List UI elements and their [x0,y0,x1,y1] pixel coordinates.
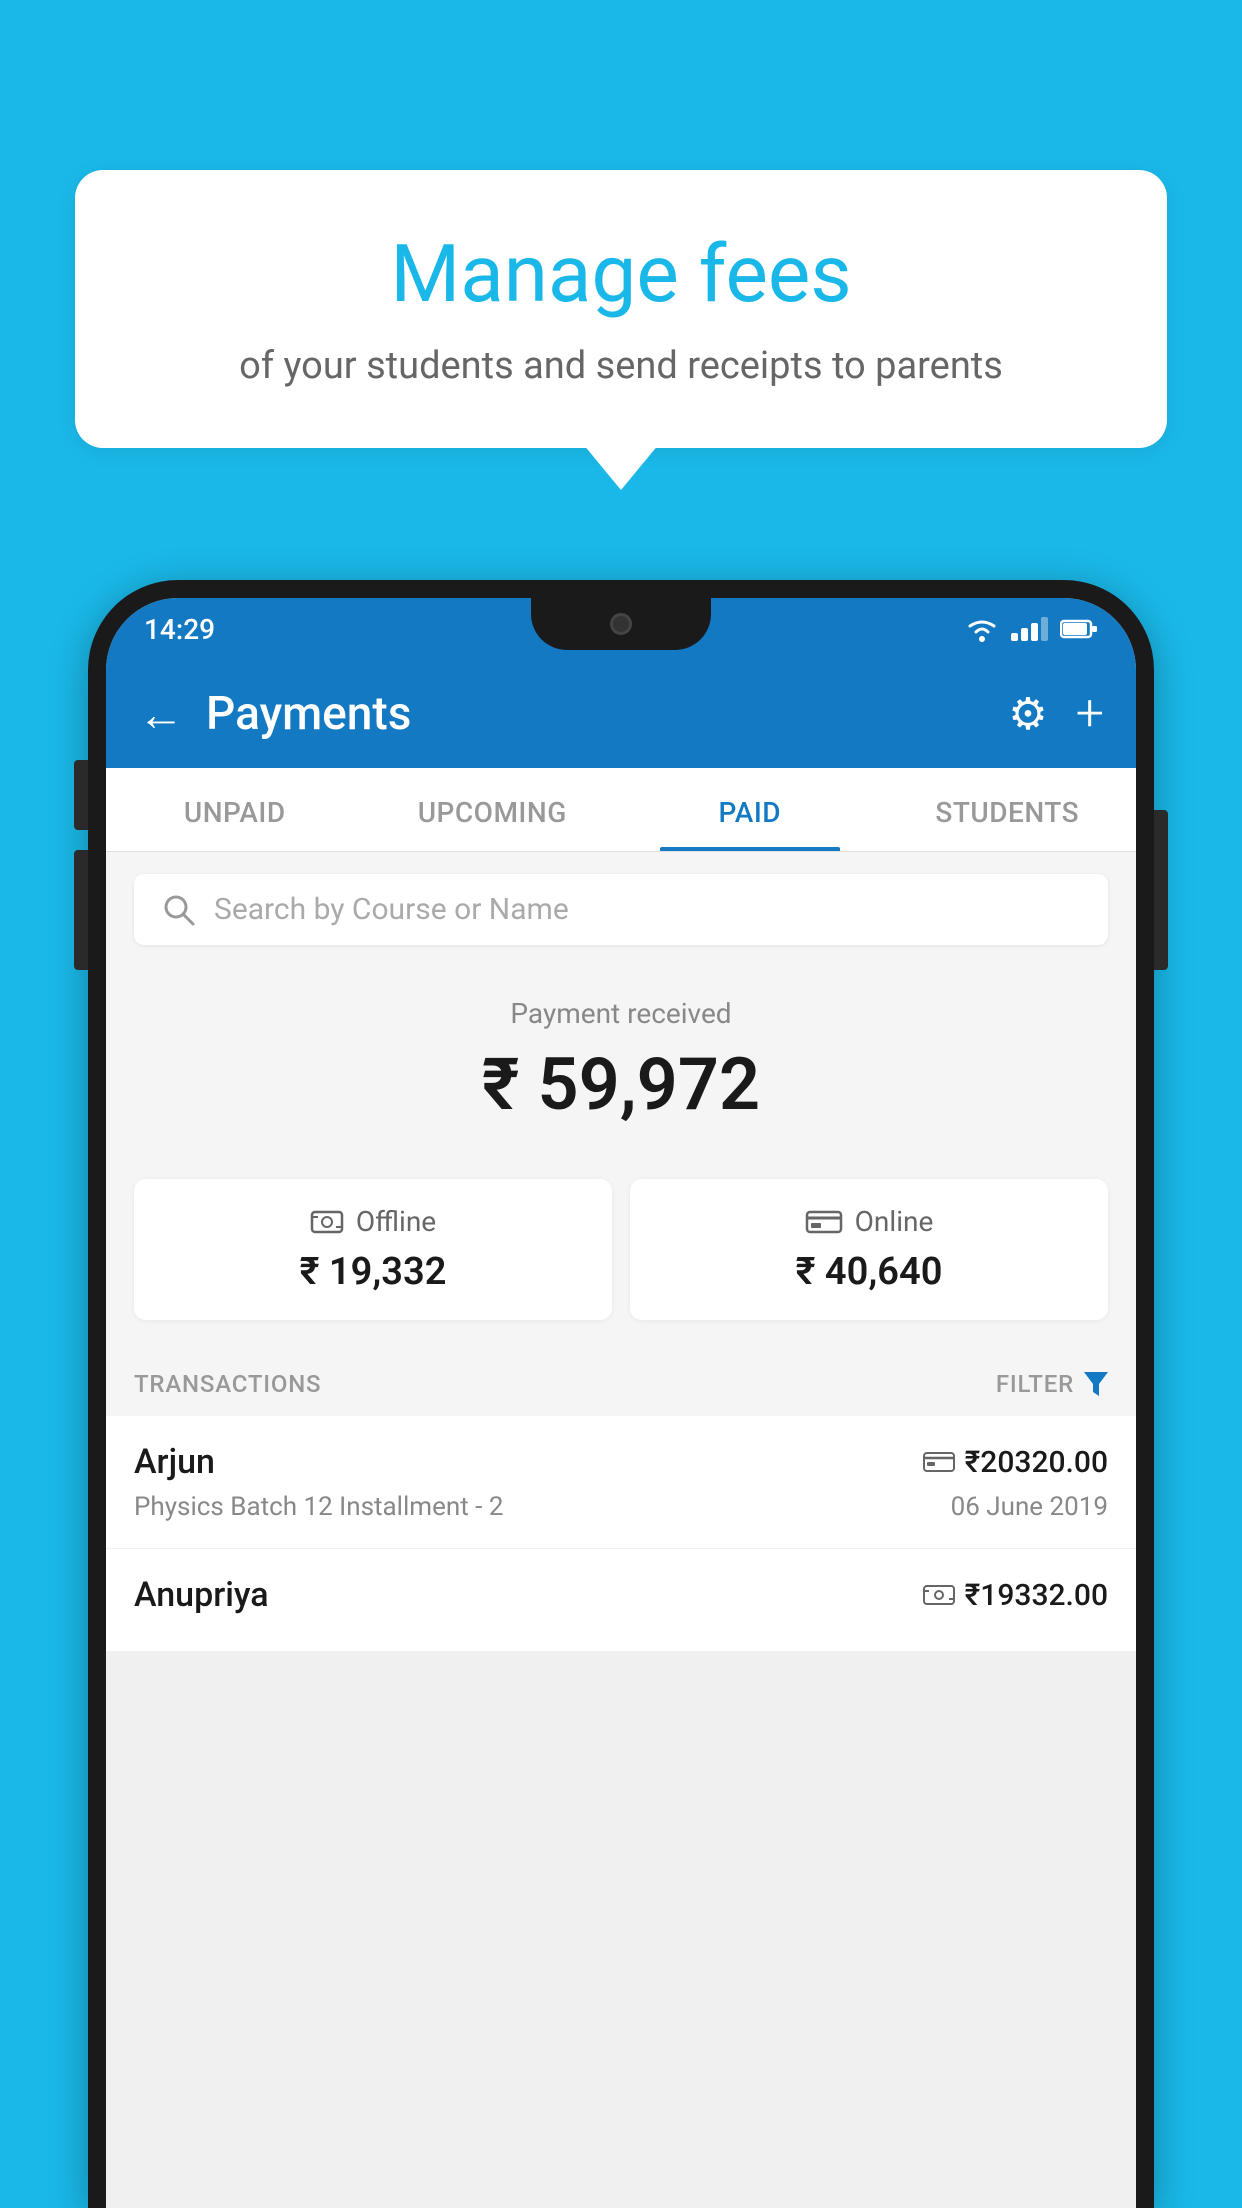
cash-icon [310,1208,344,1236]
filter-label: FILTER [996,1370,1074,1398]
transaction-amount: ₹19332.00 [965,1578,1108,1613]
transaction-name: Arjun [134,1442,215,1482]
search-bar[interactable]: Search by Course or Name [134,874,1108,945]
transaction-row-top: Arjun ₹20320.00 [134,1442,1108,1482]
transaction-date: 06 June 2019 [951,1492,1108,1522]
offline-card: Offline ₹ 19,332 [134,1179,612,1320]
payment-amount-large: ₹ 59,972 [134,1042,1108,1127]
tab-unpaid[interactable]: UNPAID [106,768,364,851]
transaction-amount-row: ₹19332.00 [923,1578,1108,1613]
tab-paid[interactable]: PAID [621,768,879,851]
payment-cards: Offline ₹ 19,332 Online ₹ 40,640 [106,1179,1136,1348]
speech-bubble-card: Manage fees of your students and send re… [75,170,1167,448]
header-title: Payments [206,687,411,741]
back-button[interactable]: ← [138,687,184,742]
camera-dot [610,613,632,635]
online-amount: ₹ 40,640 [652,1250,1086,1294]
add-button[interactable]: + [1076,685,1104,743]
online-label: Online [855,1205,934,1238]
search-input[interactable]: Search by Course or Name [214,892,569,927]
transactions-header: TRANSACTIONS FILTER [106,1348,1136,1416]
signal-bars-icon [1011,617,1048,641]
transaction-row-bottom: Physics Batch 12 Installment - 2 06 June… [134,1492,1108,1522]
card-payment-icon [923,1450,955,1474]
search-icon [162,893,196,927]
offline-label: Offline [356,1205,436,1238]
bubble-subtitle: of your students and send receipts to pa… [125,340,1117,393]
transaction-amount: ₹20320.00 [965,1445,1108,1480]
tabs-bar: UNPAID UPCOMING PAID STUDENTS [106,768,1136,852]
transaction-name: Anupriya [134,1575,269,1615]
payment-received-section: Payment received ₹ 59,972 [106,967,1136,1179]
payment-received-label: Payment received [134,997,1108,1030]
transaction-row-top: Anupriya ₹19332.00 [134,1575,1108,1615]
offline-card-header: Offline [156,1205,590,1238]
filter-icon [1084,1372,1108,1396]
online-card-header: Online [652,1205,1086,1238]
search-bar-container: Search by Course or Name [106,852,1136,967]
card-icon [805,1208,843,1236]
status-icons [965,616,1098,642]
tab-students[interactable]: STUDENTS [879,768,1137,851]
offline-amount: ₹ 19,332 [156,1250,590,1294]
transaction-item[interactable]: Arjun ₹20320.00 Physics Batch 12 Install… [106,1416,1136,1549]
transaction-amount-row: ₹20320.00 [923,1445,1108,1480]
app-header: ← Payments ⚙ + [106,660,1136,768]
phone-frame: 14:29 [88,580,1154,2208]
bubble-title: Manage fees [125,230,1117,318]
filter-button[interactable]: FILTER [996,1370,1108,1398]
header-left: ← Payments [138,687,411,742]
cash-payment-icon [923,1583,955,1607]
status-time: 14:29 [144,613,215,646]
phone-notch [531,598,711,650]
transaction-course: Physics Batch 12 Installment - 2 [134,1492,503,1522]
phone-screen: 14:29 [106,598,1136,2208]
online-card: Online ₹ 40,640 [630,1179,1108,1320]
header-actions: ⚙ + [1008,685,1104,743]
battery-icon [1060,618,1098,640]
tab-upcoming[interactable]: UPCOMING [364,768,622,851]
transactions-list: Arjun ₹20320.00 Physics Batch 12 Install… [106,1416,1136,1652]
transaction-item[interactable]: Anupriya ₹19332.00 [106,1549,1136,1652]
wifi-icon [965,616,999,642]
settings-icon[interactable]: ⚙ [1008,688,1047,740]
transactions-label: TRANSACTIONS [134,1370,321,1398]
